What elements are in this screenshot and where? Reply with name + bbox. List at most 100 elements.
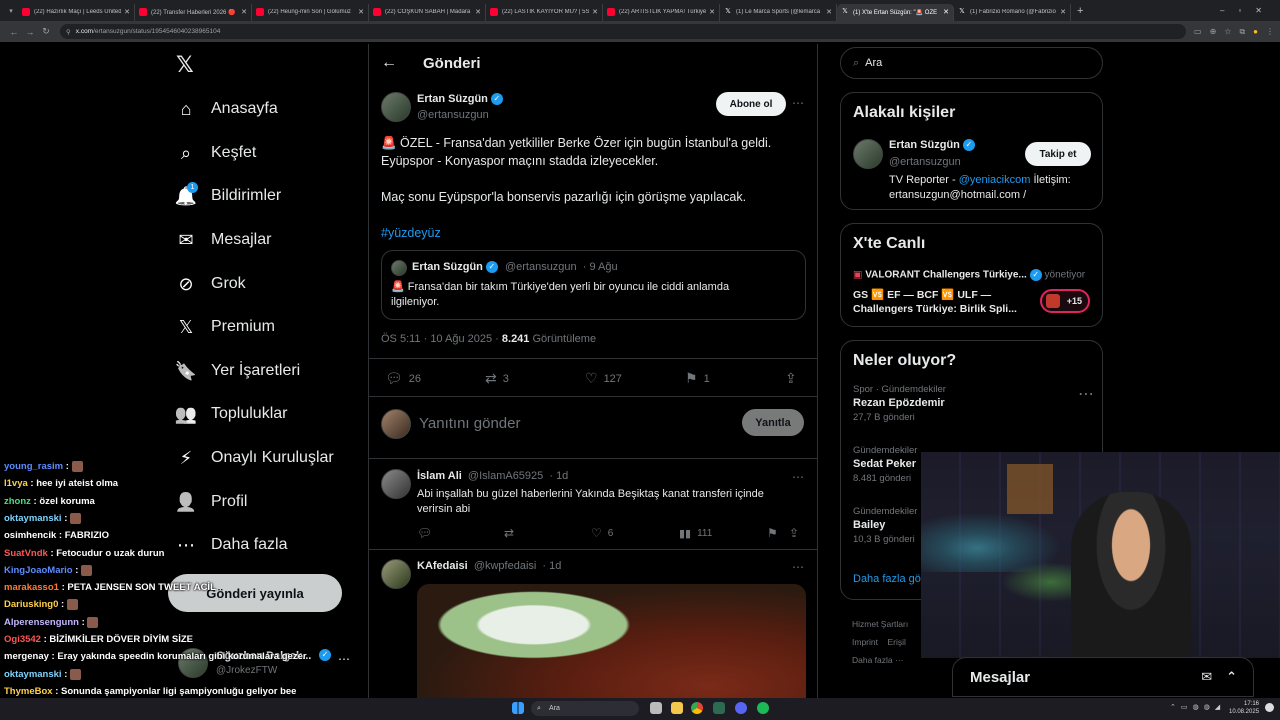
file-explorer-icon[interactable]	[671, 702, 683, 714]
x-logo-icon[interactable]: 𝕏	[176, 52, 194, 78]
spotify-icon[interactable]	[757, 702, 769, 714]
sidebar-item-premium[interactable]: 𝕏 Premium	[170, 309, 275, 345]
x-favicon-icon: 𝕏	[959, 8, 965, 15]
task-view-icon[interactable]	[650, 702, 662, 714]
reload-icon[interactable]: ↻	[38, 26, 54, 37]
chrome-icon[interactable]	[691, 702, 703, 714]
browser-tab[interactable]: (22) COŞKUN SABAH | Madara ✕	[369, 3, 486, 21]
reply-bookmark-button[interactable]: ⚑	[767, 526, 789, 540]
follow-person-button[interactable]: Takip et	[1025, 142, 1091, 166]
footer-more[interactable]: Daha fazla ···	[852, 651, 908, 669]
repost-button[interactable]: ⇄ 3	[485, 370, 585, 387]
forward-icon[interactable]: →	[22, 27, 38, 37]
window-controls[interactable]: –▫✕	[1220, 6, 1280, 15]
sidebar-item-yer-i-şaretleri[interactable]: 🔖 Yer İşaretleri	[170, 353, 300, 389]
tab-close-icon[interactable]: ✕	[1060, 8, 1066, 16]
reply-submit-button[interactable]: Yanıtla	[742, 409, 804, 436]
repost-count: 3	[502, 372, 509, 385]
back-arrow-icon[interactable]: ←	[381, 54, 397, 72]
show-more-link[interactable]: Daha fazla gö	[853, 573, 921, 585]
live-listeners[interactable]: +15	[1040, 289, 1090, 313]
bookmark-button[interactable]: ⚑ 1	[685, 370, 785, 387]
reply-more-icon[interactable]: ⋯	[792, 470, 804, 484]
search-input[interactable]: ⌕ Ara	[840, 47, 1103, 79]
reply-button[interactable]: 💬︎ 26	[385, 370, 485, 387]
cast-icon[interactable]: ▭	[1194, 27, 1202, 36]
url-field[interactable]: ⚲ x.com/ertansuzgun/status/1954546040238…	[60, 24, 1186, 39]
sidebar-item-grok[interactable]: ⊘ Grok	[170, 266, 245, 302]
reply-like-button[interactable]: ♡ 6	[591, 526, 679, 540]
sidebar-item-anasayfa[interactable]: ⌂ Anasayfa	[170, 91, 278, 127]
profile-icon[interactable]: ●	[1253, 27, 1258, 36]
notification-badge: 1	[187, 182, 198, 193]
tab-close-icon[interactable]: ✕	[241, 8, 247, 16]
messages-drawer[interactable]: Mesajlar ✉ ⌃	[952, 657, 1254, 697]
browser-tab[interactable]: 𝕏 (1) Le Marca Sports (@lemarca ✕	[720, 3, 837, 21]
quoted-post[interactable]: Ertan Süzgün ✓ @ertansuzgun · 9 Ağu 🚨 Fra…	[381, 250, 806, 320]
reply-avatar[interactable]	[381, 559, 411, 589]
new-message-icon[interactable]: ✉	[1201, 669, 1212, 685]
share-button[interactable]: ⇪	[785, 370, 803, 387]
tab-close-icon[interactable]: ✕	[475, 8, 481, 16]
tab-close-icon[interactable]: ✕	[124, 8, 130, 16]
sidebar-item-mesajlar[interactable]: ✉ Mesajlar	[170, 222, 271, 258]
trend-item[interactable]: Spor · Gündemdekiler Rezan Epözdemir 27,7 …	[853, 384, 1094, 423]
reply-share-button[interactable]: ⇪	[789, 526, 805, 540]
reply-author[interactable]: KAfedaisi	[417, 560, 468, 572]
post-timestamp[interactable]: ÖS 5:11 · 10 Ağu 2025 ·	[381, 333, 502, 345]
browser-tab[interactable]: 𝕏 (1) Fabrizio Romano (@Fabrizio ✕	[954, 3, 1071, 21]
browser-tab[interactable]: (22) Hazırlık Maçı | Leeds United ✕	[18, 3, 135, 21]
sidebar-item-bildirimler[interactable]: 🔔 1 Bildirimler	[170, 178, 281, 214]
browser-tab[interactable]: (22) Heung-min Son | Gölümüz ✕	[252, 3, 369, 21]
tab-menu-icon[interactable]: ▾	[4, 7, 18, 15]
reply-more-icon[interactable]: ⋯	[792, 560, 804, 574]
browser-tab[interactable]: 𝕏 (1) X'te Ertan Süzgün: "🚨 ÖZE ✕	[837, 3, 954, 21]
trend-meta: Spor · Gündemdekiler	[853, 384, 946, 395]
hashtag-link[interactable]: #yüzdeyüz	[381, 224, 811, 242]
person-name[interactable]: Ertan Süzgün	[889, 139, 960, 151]
expand-icon[interactable]: ⌃	[1226, 669, 1237, 685]
sidebar-item-keşfet[interactable]: ⌕ Keşfet	[170, 135, 256, 171]
tab-close-icon[interactable]: ✕	[358, 8, 364, 16]
zoom-icon[interactable]: ⊕	[1210, 27, 1217, 36]
browser-tab[interactable]: (22) ARTİSTLİK YAPMA! Türkiye ✕	[603, 3, 720, 21]
extensions-icon[interactable]: ⧉	[1239, 27, 1245, 37]
reply-avatar[interactable]	[381, 469, 411, 499]
browser-tab[interactable]: (22) LASTİK KAYIYOR MU? | 5S ✕	[486, 3, 603, 21]
system-tray[interactable]: ⌃▭◍◍◢	[1170, 703, 1225, 711]
taskbar-search[interactable]: ⌕ Ara	[531, 701, 639, 716]
post-more-icon[interactable]: ⋯	[792, 96, 804, 110]
footer-accessibility[interactable]: Erişil	[887, 637, 905, 647]
author-avatar[interactable]	[381, 92, 411, 122]
follow-button[interactable]: Abone ol	[716, 92, 786, 116]
person-avatar[interactable]	[853, 139, 883, 169]
tab-close-icon[interactable]: ✕	[826, 8, 832, 16]
windows-start-icon[interactable]	[512, 702, 524, 714]
tab-close-icon[interactable]: ✕	[709, 8, 715, 16]
footer-imprint[interactable]: Imprint	[852, 637, 878, 647]
app-icon[interactable]	[713, 702, 725, 714]
reply-views[interactable]: ▮▮ 111	[679, 527, 767, 540]
live-space[interactable]: ▣ VALORANT Challengers Türkiye... ✓ yönet…	[853, 269, 1085, 281]
discord-icon[interactable]	[735, 702, 747, 714]
reply-author[interactable]: İslam Ali	[417, 470, 462, 482]
author-handle[interactable]: @ertansuzgun	[417, 109, 489, 121]
back-icon[interactable]: ←	[6, 27, 22, 37]
new-tab-button[interactable]: +	[1077, 5, 1083, 17]
reply-input[interactable]: Yanıtını gönder	[419, 415, 689, 432]
notification-icon[interactable]	[1265, 703, 1274, 712]
reply-repost-button[interactable]: ⇄	[504, 526, 591, 540]
author-name[interactable]: Ertan Süzgün	[417, 93, 488, 105]
sidebar-item-topluluklar[interactable]: 👥 Topluluklar	[170, 396, 288, 432]
browser-tab[interactable]: (22) Transfer Haberleri 2026 🔴 ✕	[135, 3, 252, 21]
trend-more-icon[interactable]: ⋯	[1078, 384, 1094, 404]
url-info-icon[interactable]: ⚲	[66, 28, 71, 36]
reply-reply-button[interactable]: 💬︎	[417, 526, 504, 540]
bio-link[interactable]: @yeniacikcom	[959, 174, 1031, 186]
tab-close-icon[interactable]: ✕	[592, 8, 598, 16]
star-icon[interactable]: ☆	[1224, 27, 1231, 36]
tab-close-icon[interactable]: ✕	[943, 8, 949, 16]
footer-terms[interactable]: Hizmet Şartları	[852, 615, 908, 633]
menu-icon[interactable]: ⋮	[1266, 27, 1274, 36]
like-button[interactable]: ♡ 127	[585, 370, 685, 387]
